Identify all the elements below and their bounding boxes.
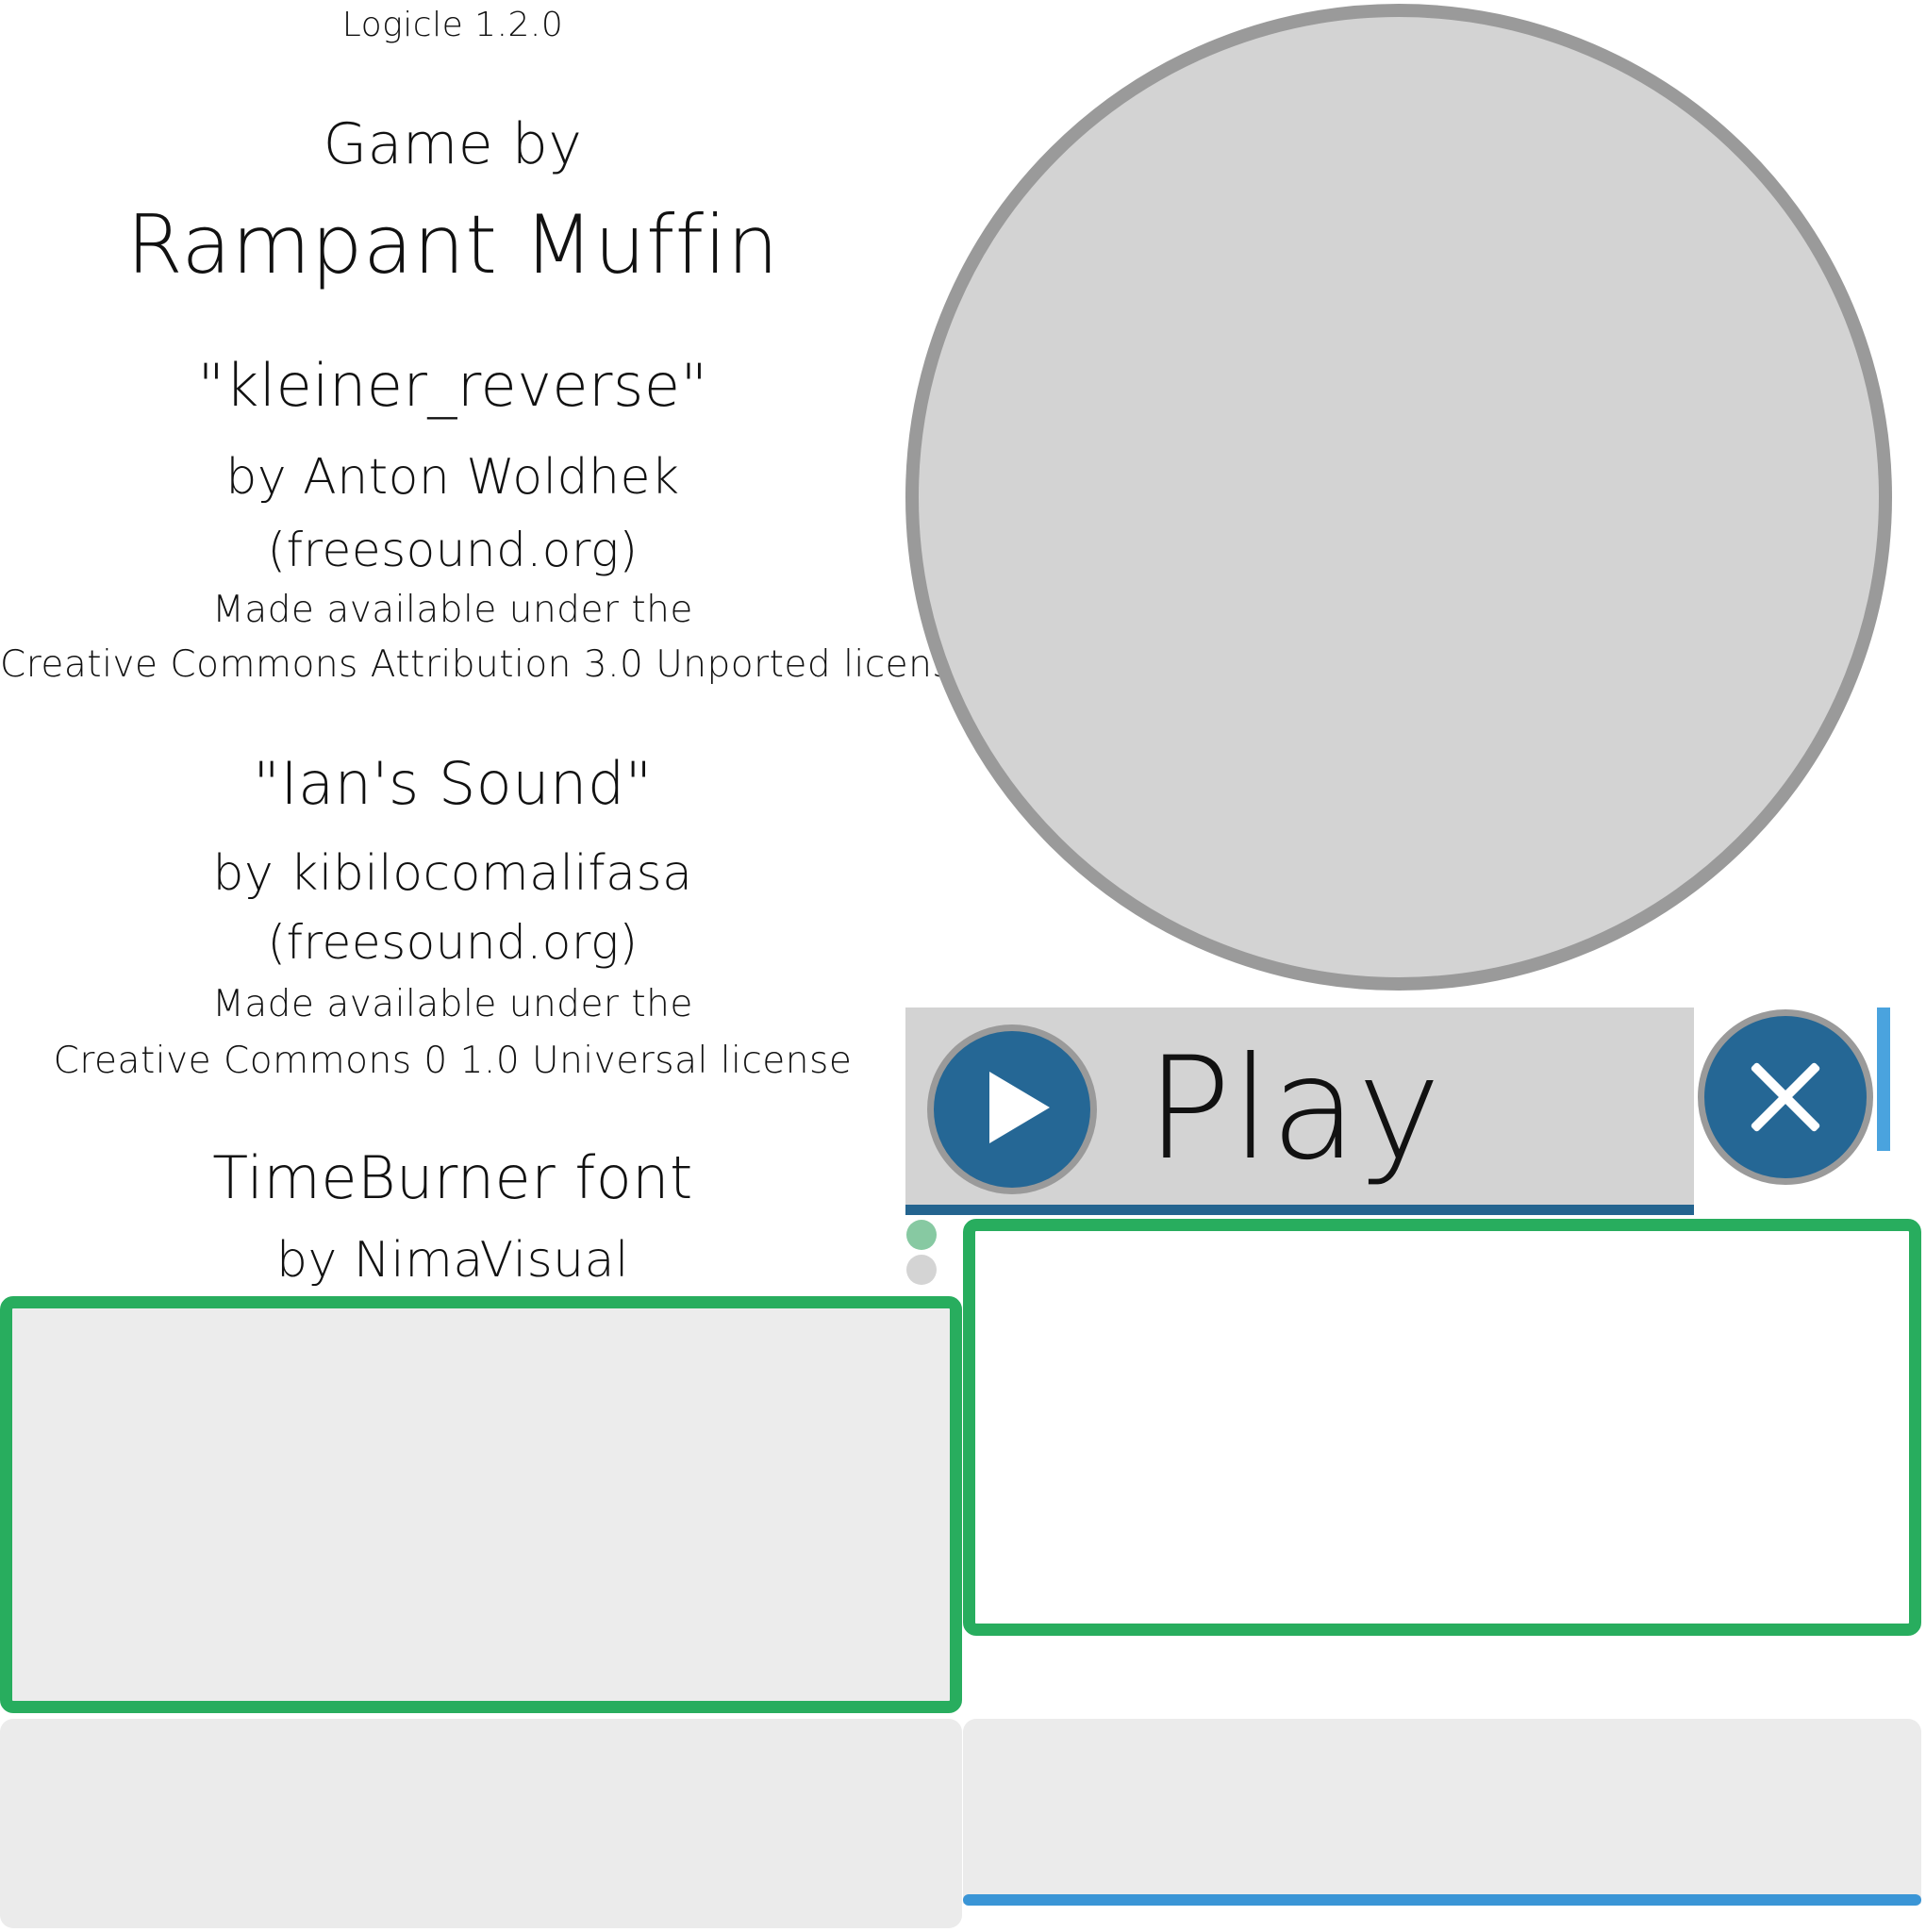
sound1-license-line2: Creative Commons Attribution 3.0 Unporte… — [0, 643, 975, 686]
text-cursor — [1877, 1008, 1890, 1151]
sound2-source: (freesound.org) — [267, 915, 639, 970]
sound2-author: by kibilocomalifasa — [212, 845, 693, 902]
tile-grey[interactable] — [0, 1719, 962, 1928]
version-label: Logicle 1.2.0 — [341, 6, 564, 44]
sound1-title: "kleiner_reverse" — [197, 351, 708, 420]
sound2-title: "Ian's Sound" — [253, 749, 653, 818]
font-credit-title: TimeBurner font — [212, 1143, 693, 1212]
font-credit-author: by NimaVisual — [276, 1232, 629, 1289]
game-by-label: Game by — [323, 111, 583, 177]
play-icon — [927, 1024, 1097, 1194]
tile-grey-underlined[interactable] — [963, 1719, 1921, 1904]
sound1-license-line1: Made available under the — [212, 589, 693, 631]
tile-selected-white[interactable] — [963, 1219, 1921, 1636]
sound1-source: (freesound.org) — [267, 523, 639, 577]
tile-selected-grey[interactable] — [0, 1296, 962, 1713]
sound2-license-line2: Creative Commons 0 1.0 Universal license — [53, 1040, 853, 1082]
tile-underline — [963, 1894, 1921, 1906]
indicator-dot-active — [906, 1220, 937, 1250]
game-disc — [905, 4, 1892, 991]
sound2-license-line1: Made available under the — [212, 983, 693, 1025]
sound1-author: by Anton Woldhek — [225, 449, 680, 506]
play-button-label: Play — [1146, 1027, 1441, 1191]
studio-name: Rampant Muffin — [126, 198, 779, 292]
play-button[interactable]: Play — [905, 1008, 1694, 1215]
indicator-dot-inactive — [906, 1255, 937, 1285]
close-button[interactable] — [1698, 1009, 1873, 1185]
